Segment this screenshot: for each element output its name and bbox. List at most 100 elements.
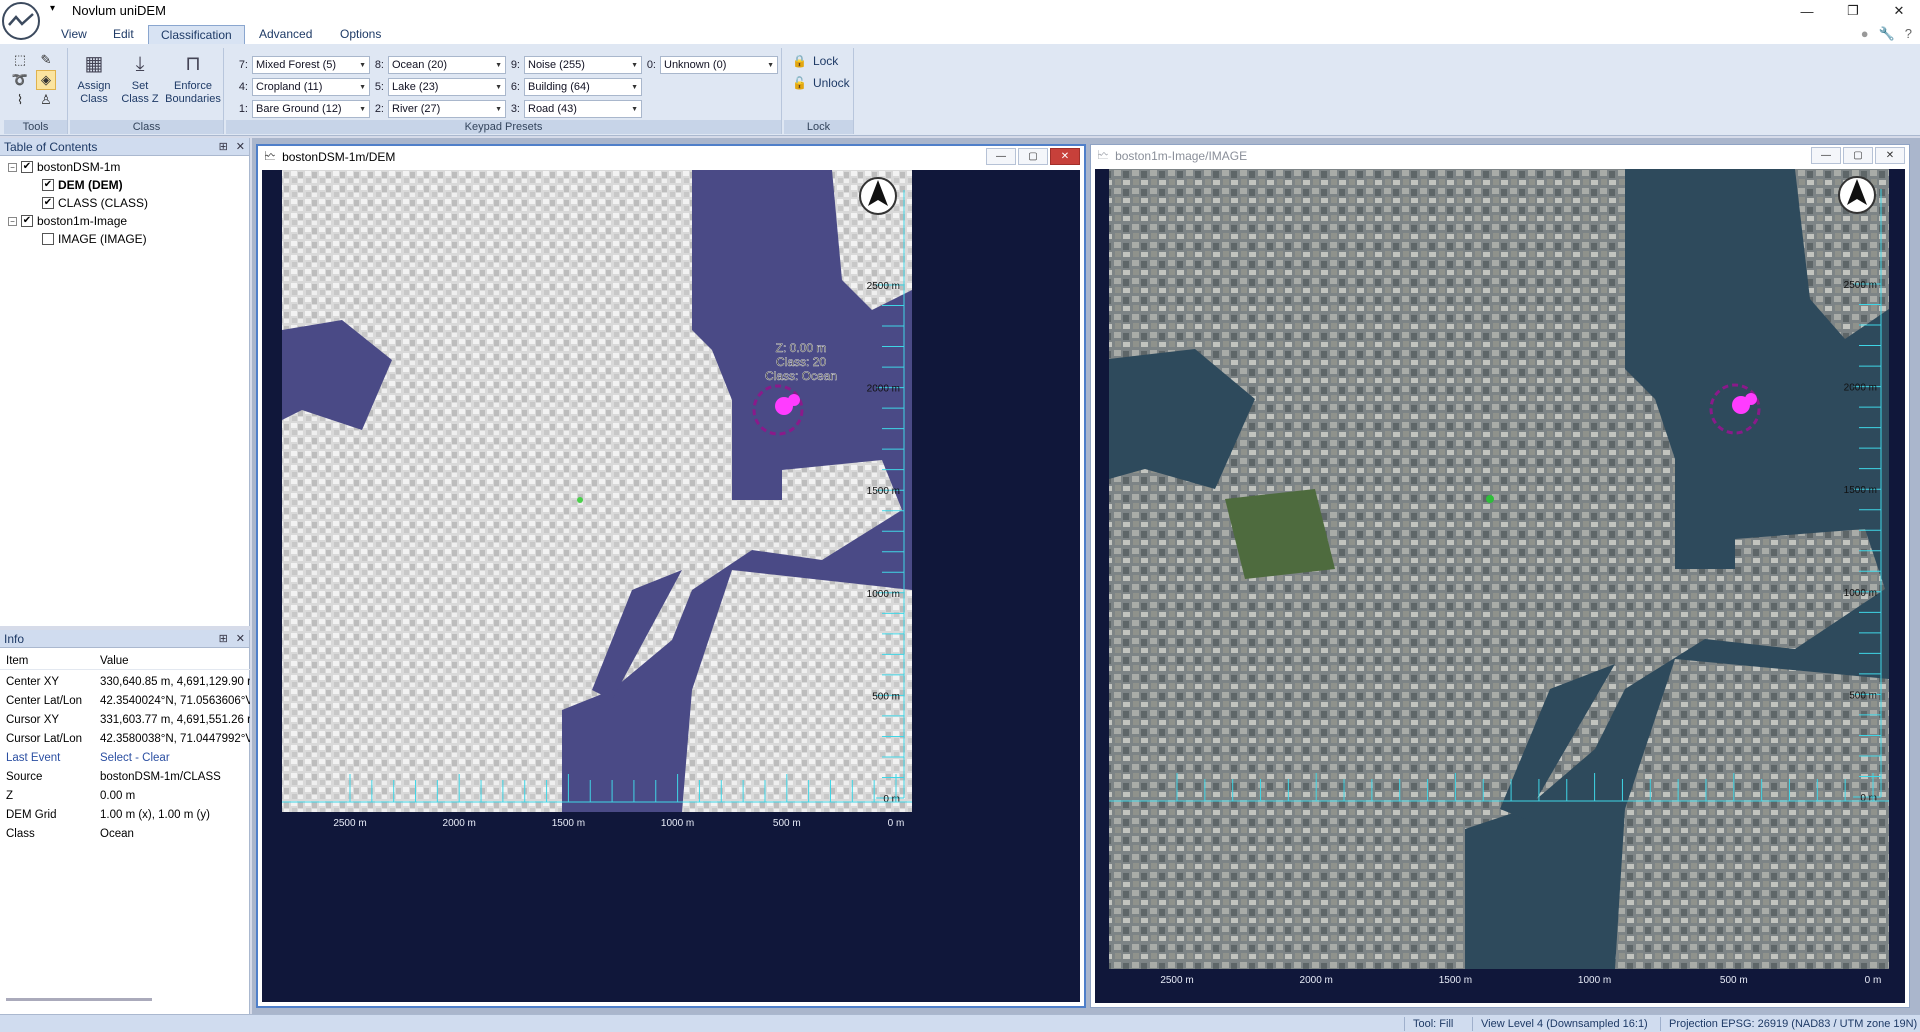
dem-close-button[interactable]: ✕: [1050, 148, 1080, 165]
preset-select-2[interactable]: River (27) ▼: [388, 100, 506, 118]
image-close-button[interactable]: ✕: [1875, 147, 1905, 164]
dem-window[interactable]: 🗠 bostonDSM-1m/DEM — ▢ ✕ 2500 m 2000 m 1…: [256, 144, 1086, 1008]
collapse-icon[interactable]: −: [8, 162, 17, 172]
green-marker: [577, 497, 583, 503]
close-button[interactable]: ✕: [1876, 0, 1920, 22]
rectangle-select-icon[interactable]: ⬚: [10, 50, 30, 70]
y-tick-label: 1500 m: [1844, 485, 1877, 496]
preset-select-8[interactable]: Ocean (20) ▼: [388, 56, 506, 74]
dem-minimize-button[interactable]: —: [986, 148, 1016, 165]
image-window-titlebar[interactable]: 🗠 boston1m-Image/IMAGE: [1091, 145, 1909, 167]
close-icon[interactable]: ✕: [236, 632, 245, 645]
help-icon[interactable]: ?: [1905, 26, 1912, 42]
checkbox-boston-image[interactable]: ✔: [21, 215, 33, 227]
horizontal-scrollbar[interactable]: [6, 998, 152, 1001]
tab-view[interactable]: View: [49, 25, 99, 44]
y-tick-label: 2000 m: [1844, 383, 1877, 394]
dropdown-arrow-icon: ▼: [631, 105, 638, 113]
pencil-icon[interactable]: ✎: [36, 50, 56, 70]
preset-select-1[interactable]: Bare Ground (12) ▼: [252, 100, 370, 118]
info-row: Center XY 330,640.85 m, 4,691,129.90 r: [0, 673, 250, 691]
dem-window-titlebar[interactable]: 🗠 bostonDSM-1m/DEM: [258, 146, 1084, 168]
preset-key: 6:: [510, 81, 520, 93]
pin-icon[interactable]: ⊞: [219, 632, 228, 645]
status-dot-icon[interactable]: ●: [1861, 26, 1869, 42]
status-view-level: View Level 4 (Downsampled 16:1): [1472, 1017, 1648, 1031]
set-class-z-icon: ⤓: [135, 52, 145, 75]
status-bar: Tool: Fill View Level 4 (Downsampled 16:…: [0, 1014, 1920, 1032]
toc-item-boston-image[interactable]: − ✔ boston1m-Image: [8, 214, 127, 228]
toc-item-class[interactable]: ✔ CLASS (CLASS): [42, 196, 148, 210]
preset-select-0[interactable]: Unknown (0) ▼: [660, 56, 778, 74]
enforce-boundaries-button[interactable]: ⊓ Enforce Boundaries: [164, 50, 222, 106]
brush-icon[interactable]: ♙: [36, 90, 56, 110]
lasso-icon[interactable]: ➰: [10, 70, 30, 90]
image-window[interactable]: 🗠 boston1m-Image/IMAGE — ▢ ✕ 2500 m 2000…: [1090, 144, 1910, 1008]
preset-select-6[interactable]: Building (64) ▼: [524, 78, 642, 96]
info-key: Cursor XY: [6, 714, 60, 726]
preset-2: 2: River (27) ▼: [366, 100, 506, 118]
info-row[interactable]: Last Event Select - Clear: [0, 749, 250, 767]
tab-advanced[interactable]: Advanced: [247, 25, 324, 44]
image-minimize-button[interactable]: —: [1811, 147, 1841, 164]
class-group-label: Class: [70, 120, 223, 134]
y-tick-label: 2500 m: [867, 281, 900, 292]
checkbox-bostondsm[interactable]: ✔: [21, 161, 33, 173]
restore-button[interactable]: ❐: [1830, 0, 1876, 22]
preset-select-4[interactable]: Cropland (11) ▼: [252, 78, 370, 96]
preset-key: 5:: [374, 81, 384, 93]
minimize-button[interactable]: —: [1784, 0, 1830, 22]
preset-value: Ocean (20): [392, 59, 448, 71]
toc-label: DEM (DEM): [58, 178, 123, 192]
tools-icon[interactable]: 🔧: [1879, 26, 1895, 42]
toc-item-image[interactable]: IMAGE (IMAGE): [42, 232, 147, 246]
tab-classification[interactable]: Classification: [148, 25, 245, 44]
window-title: Novlum uniDEM: [72, 3, 166, 18]
dem-maximize-button[interactable]: ▢: [1018, 148, 1048, 165]
x-tick-label: 1000 m: [1578, 975, 1611, 986]
info-key: Last Event: [6, 752, 61, 764]
preset-key: 7:: [238, 59, 248, 71]
toc-item-bostondsm[interactable]: − ✔ bostonDSM-1m: [8, 160, 120, 174]
pin-icon[interactable]: ⊞: [219, 140, 228, 153]
tooltip-class-name: Class: Ocean: [765, 369, 837, 383]
unlock-icon: 🔓: [792, 76, 807, 90]
fill-bucket-icon[interactable]: ◈: [36, 70, 56, 90]
close-icon[interactable]: ✕: [236, 140, 245, 153]
tab-edit[interactable]: Edit: [101, 25, 146, 44]
image-maximize-button[interactable]: ▢: [1843, 147, 1873, 164]
preset-select-7[interactable]: Mixed Forest (5) ▼: [252, 56, 370, 74]
enforce-boundaries-label: Enforce Boundaries: [165, 80, 221, 105]
tools-group: ⬚ ✎ ➰ ◈ ⌇ ♙ Tools: [4, 48, 68, 134]
quick-access-dropdown-icon[interactable]: ▾: [50, 3, 55, 14]
dropdown-arrow-icon: ▼: [359, 83, 366, 91]
preset-value: Noise (255): [528, 59, 585, 71]
assign-class-button[interactable]: ▦ Assign Class: [72, 50, 116, 106]
app-logo-icon[interactable]: [2, 2, 40, 40]
info-value-link[interactable]: Select - Clear: [100, 752, 250, 764]
tab-options[interactable]: Options: [328, 25, 393, 44]
tooltip-z: Z: 0.00 m: [776, 341, 827, 355]
preset-select-3[interactable]: Road (43) ▼: [524, 100, 642, 118]
checkbox-dem[interactable]: ✔: [42, 179, 54, 191]
dem-map-canvas[interactable]: 2500 m 2000 m 1500 m 1000 m 500 m 0 m 2500 m 2…: [262, 170, 1080, 1002]
collapse-icon[interactable]: −: [8, 216, 17, 226]
ribbon-tab-bar: View Edit Classification Advanced Option…: [0, 22, 1920, 44]
assign-class-icon: ▦: [84, 52, 104, 75]
preset-select-5[interactable]: Lake (23) ▼: [388, 78, 506, 96]
toc-item-dem[interactable]: ✔ DEM (DEM): [42, 178, 123, 192]
checkbox-class[interactable]: ✔: [42, 197, 54, 209]
x-tick-label: 500 m: [773, 818, 801, 829]
y-tick-label: 2000 m: [867, 384, 900, 395]
preset-key: 4:: [238, 81, 248, 93]
preset-select-9[interactable]: Noise (255) ▼: [524, 56, 642, 74]
image-map-canvas[interactable]: 2500 m 2000 m 1500 m 1000 m 500 m 0 m 2500 m 2…: [1095, 169, 1905, 1003]
lock-button[interactable]: 🔒 Lock: [792, 54, 838, 68]
set-class-z-button[interactable]: ⤓ Set Class Z: [118, 50, 162, 106]
checkbox-image[interactable]: [42, 233, 54, 245]
polygon-select-icon[interactable]: ⌇: [10, 90, 30, 110]
unlock-button[interactable]: 🔓 Unlock: [792, 76, 850, 90]
info-key: Cursor Lat/Lon: [6, 733, 83, 745]
x-tick-label: 0 m: [888, 818, 905, 829]
keypad-presets-label: Keypad Presets: [226, 120, 781, 134]
